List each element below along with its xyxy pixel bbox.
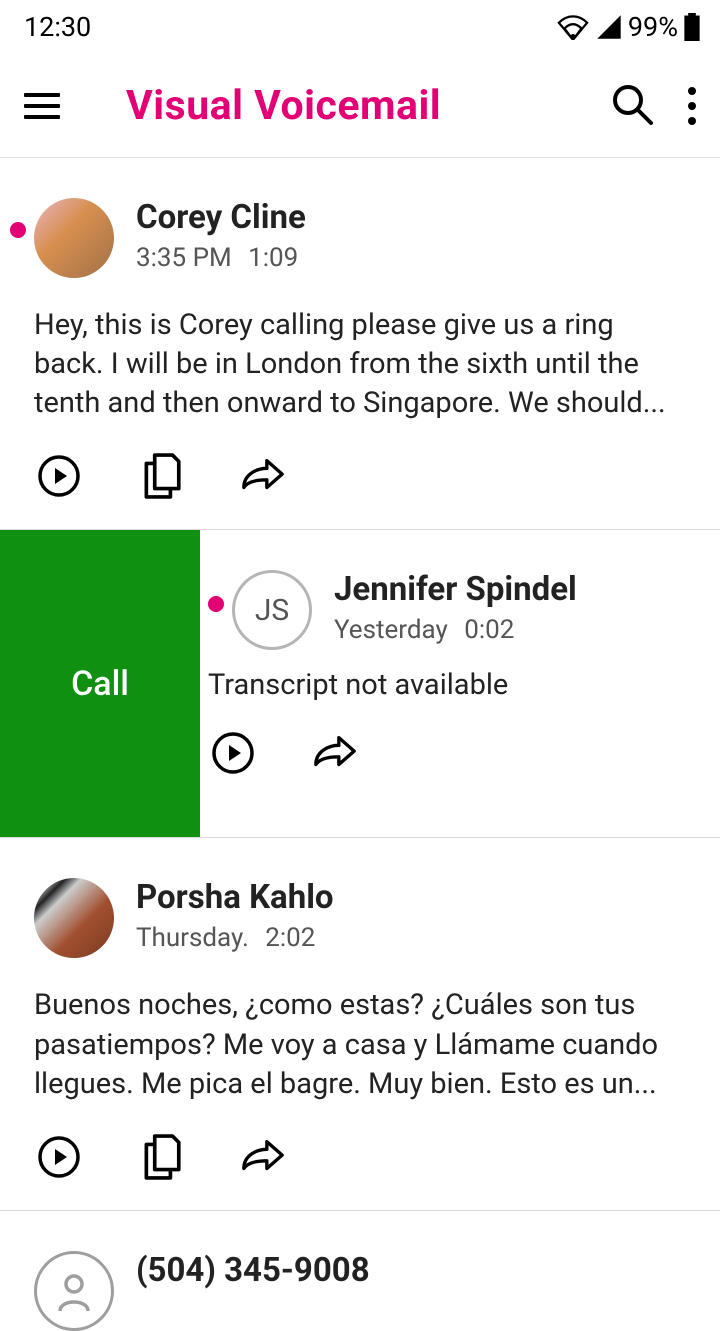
play-icon (37, 454, 81, 498)
status-bar: 12:30 99% (0, 0, 720, 54)
voicemail-sender: (504) 345-9008 (136, 1251, 370, 1290)
voicemail-transcript: Hey, this is Corey calling please give u… (34, 306, 686, 423)
wifi-icon (556, 14, 590, 40)
transcript-button[interactable] (138, 1134, 184, 1180)
share-icon (240, 1139, 286, 1175)
voicemail-duration: 1:09 (248, 243, 298, 273)
voicemail-sender: Porsha Kahlo (136, 878, 334, 917)
battery-icon (684, 13, 700, 41)
voicemail-sender: Jennifer Spindel (334, 570, 577, 609)
share-button[interactable] (240, 453, 286, 499)
menu-button[interactable] (24, 93, 60, 119)
avatar-initials: JS (255, 593, 289, 628)
app-title: Visual Voicemail (126, 82, 582, 130)
avatar: JS (232, 570, 312, 650)
voicemail-item[interactable]: Corey Cline 3:35 PM 1:09 Hey, this is Co… (0, 158, 720, 530)
app-header: Visual Voicemail (0, 54, 720, 158)
swipe-call-button[interactable]: Call (0, 530, 200, 837)
status-icons: 99% (556, 11, 700, 43)
play-button[interactable] (36, 453, 82, 499)
voicemail-item[interactable]: JS Jennifer Spindel Yesterday 0:02 Trans… (200, 530, 720, 837)
voicemail-time: Thursday. (136, 923, 249, 953)
play-icon (211, 731, 255, 775)
search-icon (610, 82, 654, 126)
document-icon (140, 453, 182, 499)
voicemail-duration: 0:02 (464, 615, 514, 645)
play-button[interactable] (36, 1134, 82, 1180)
voicemail-time: 3:35 PM (136, 243, 232, 273)
avatar (34, 1251, 114, 1331)
voicemail-meta: 3:35 PM 1:09 (136, 243, 306, 273)
cellular-icon (596, 14, 622, 40)
transcript-button[interactable] (138, 453, 184, 499)
voicemail-meta: Yesterday 0:02 (334, 615, 577, 645)
play-button[interactable] (210, 730, 256, 776)
voicemail-transcript: Buenos noches, ¿como estas? ¿Cuáles son … (34, 986, 686, 1103)
search-button[interactable] (610, 82, 654, 130)
unread-indicator (10, 222, 26, 238)
status-time: 12:30 (20, 11, 556, 43)
voicemail-item[interactable]: (504) 345-9008 (0, 1211, 720, 1331)
share-button[interactable] (312, 730, 358, 776)
voicemail-time: Yesterday (334, 615, 448, 645)
avatar (34, 198, 114, 278)
voicemail-duration: 2:02 (265, 923, 315, 953)
play-icon (37, 1135, 81, 1179)
voicemail-sender: Corey Cline (136, 198, 306, 237)
voicemail-item[interactable]: Porsha Kahlo Thursday. 2:02 Buenos noche… (0, 838, 720, 1210)
share-button[interactable] (240, 1134, 286, 1180)
avatar (34, 878, 114, 958)
voicemail-item-swiped: Call JS Jennifer Spindel Yesterday 0:02 … (0, 530, 720, 838)
share-icon (240, 458, 286, 494)
voicemail-transcript: Transcript not available (208, 666, 686, 705)
person-icon (52, 1269, 96, 1313)
overflow-menu-button[interactable] (688, 87, 696, 125)
voicemail-meta: Thursday. 2:02 (136, 923, 334, 953)
document-icon (140, 1134, 182, 1180)
battery-percent: 99% (628, 11, 678, 43)
share-icon (312, 735, 358, 771)
